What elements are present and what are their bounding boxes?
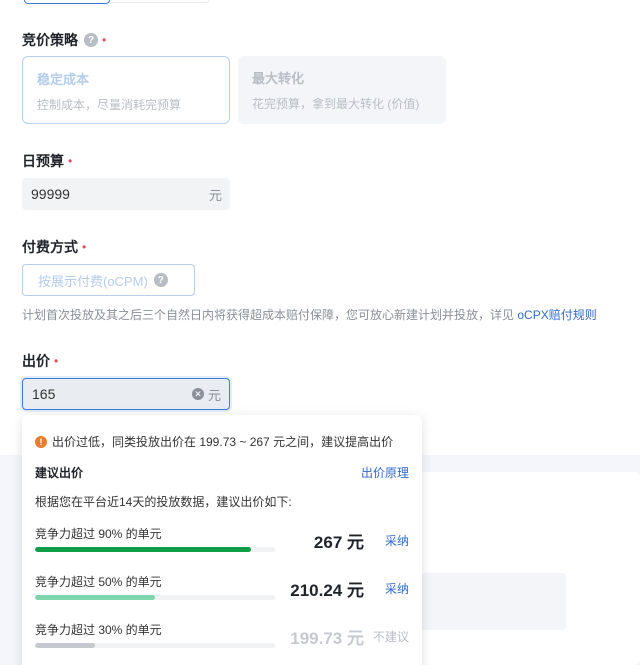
adopt-button[interactable]: 采纳 [385, 580, 409, 597]
payment-note-text: 计划首次投放及其之后三个自然日内将获得超成本赔付保障，您可放心新建计划并投放，详… [22, 308, 515, 322]
budget-unit: 元 [208, 187, 222, 203]
suggestion-row: 竞争力超过 30% 的单元 199.73 元 不建议 [35, 621, 409, 665]
payment-label: 付费方式 • [22, 237, 86, 257]
bid-suggestion-popup: ! 出价过低，同类投放出价在 199.73 ~ 267 元之间，建议提高出价 建… [22, 415, 422, 665]
top-tab[interactable] [110, 0, 210, 3]
bid-label-text: 出价 [22, 353, 50, 369]
suggestion-label: 竞争力超过 50% 的单元 [35, 575, 162, 589]
suggestion-label: 竞争力超过 30% 的单元 [35, 623, 162, 637]
popup-title: 建议出价 [35, 466, 84, 480]
top-tab-selected[interactable] [24, 0, 110, 4]
background-field [420, 573, 566, 630]
strategy-card-desc: 控制成本，尽量消耗完预算 [37, 98, 182, 112]
bid-warning: ! 出价过低，同类投放出价在 199.73 ~ 267 元之间，建议提高出价 [35, 433, 393, 450]
bid-unit: 元 [207, 387, 221, 403]
competitiveness-bar-fill [35, 595, 155, 600]
strategy-card-max-conversion[interactable]: 最大转化 花完预算，拿到最大转化 (价值) [238, 56, 446, 124]
required-mark: • [68, 154, 73, 168]
competitiveness-bar [35, 643, 275, 648]
competitiveness-bar [35, 547, 275, 552]
competitiveness-bar-fill [35, 547, 251, 552]
payment-note-link[interactable]: oCPX赔付规则 [517, 308, 596, 322]
payment-option-label: 按展示付费(oCPM) [38, 273, 148, 289]
bid-label: 出价 • [22, 351, 58, 371]
strategy-card-title: 稳定成本 [37, 72, 90, 87]
strategy-card-desc: 花完预算，拿到最大转化 (价值) [252, 97, 420, 111]
payment-option-ocpm[interactable]: 按展示付费(oCPM) ? [22, 264, 195, 296]
budget-label: 日预算 • [22, 151, 72, 171]
payment-label-text: 付费方式 [22, 239, 78, 255]
question-circle-icon[interactable]: ? [84, 33, 98, 47]
suggestion-row: 竞争力超过 90% 的单元 267 元 采纳 [35, 525, 409, 569]
question-circle-icon[interactable]: ? [153, 273, 168, 287]
payment-note: 计划首次投放及其之后三个自然日内将获得超成本赔付保障，您可放心新建计划并投放，详… [22, 306, 597, 323]
bid-input[interactable]: 165 ✕ 元 [22, 378, 230, 410]
strategy-card-title: 最大转化 [252, 71, 305, 86]
budget-label-text: 日预算 [22, 153, 64, 169]
required-mark: • [82, 240, 87, 254]
suggestion-price: 210.24 元 [290, 581, 364, 600]
suggestion-price: 199.73 元 [290, 629, 364, 648]
suggestion-label: 竞争力超过 90% 的单元 [35, 527, 162, 541]
competitiveness-bar [35, 595, 275, 600]
not-recommended-label: 不建议 [372, 630, 409, 644]
strategy-label: 竞价策略 ? • [22, 30, 106, 50]
exclamation-circle-icon: ! [35, 435, 47, 448]
competitiveness-bar-fill [35, 643, 95, 648]
strategy-card-stable-cost[interactable]: 稳定成本 控制成本，尽量消耗完预算 [22, 56, 230, 124]
required-mark: • [54, 354, 59, 368]
required-mark: • [102, 33, 107, 47]
bid-warning-text: 出价过低，同类投放出价在 199.73 ~ 267 元之间，建议提高出价 [52, 435, 394, 449]
popup-subtitle: 根据您在平台近14天的投放数据，建议出价如下: [35, 495, 292, 509]
close-circle-icon[interactable]: ✕ [191, 388, 204, 400]
budget-input[interactable]: 99999 元 [22, 178, 230, 210]
adopt-button[interactable]: 采纳 [385, 532, 409, 549]
suggestion-price: 267 元 [313, 533, 364, 552]
bid-principle-link[interactable]: 出价原理 [361, 464, 409, 481]
bid-value[interactable]: 165 [32, 386, 192, 402]
suggestion-row: 竞争力超过 50% 的单元 210.24 元 采纳 [35, 573, 409, 617]
strategy-label-text: 竞价策略 [22, 32, 78, 48]
budget-value[interactable]: 99999 [31, 186, 209, 202]
